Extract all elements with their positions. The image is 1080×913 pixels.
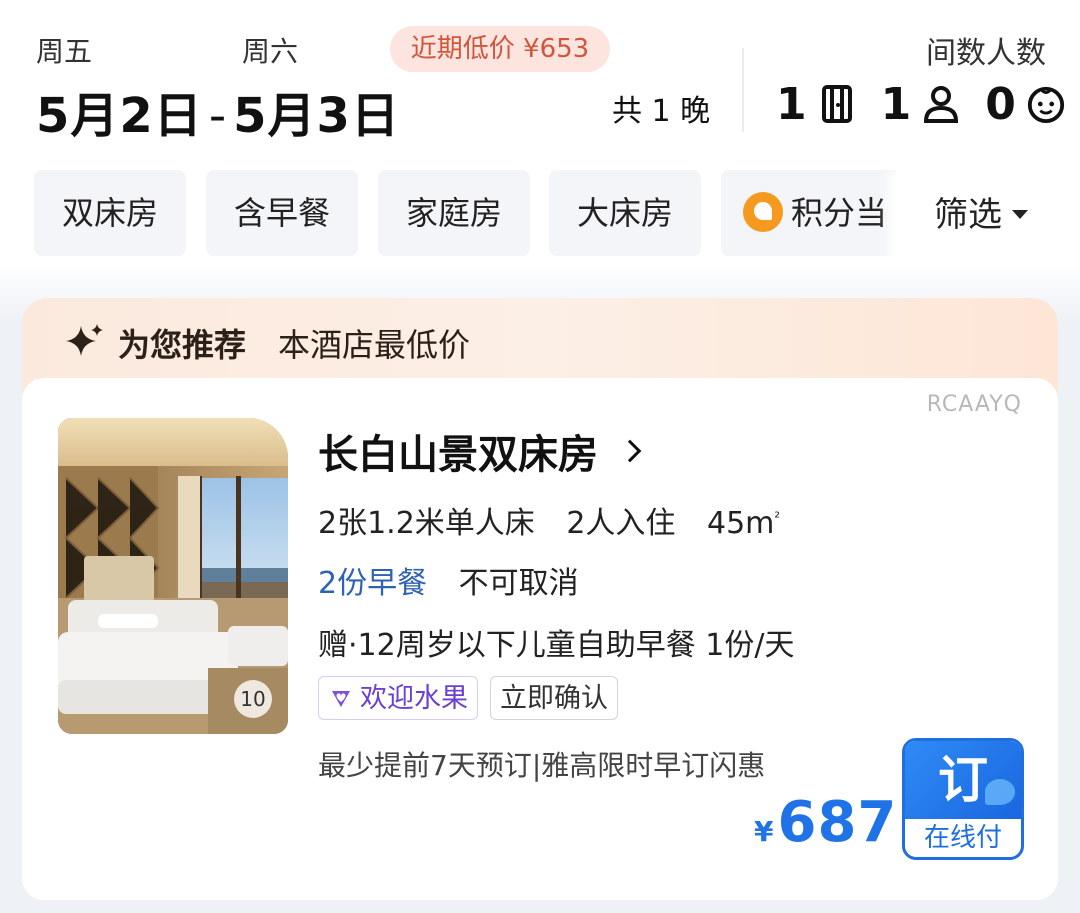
room-policies: 2份早餐 不可取消 bbox=[318, 558, 579, 602]
door-icon bbox=[817, 82, 857, 126]
room-tags: 欢迎水果 立即确认 bbox=[318, 676, 630, 720]
area-info: 45m² bbox=[707, 506, 780, 541]
date-separator: - bbox=[208, 88, 228, 144]
recent-low-price-badge[interactable]: 近期低价 ¥653 bbox=[390, 26, 610, 72]
bubble-decoration bbox=[985, 779, 1015, 805]
tag-welcome-fruit-label: 欢迎水果 bbox=[360, 682, 468, 714]
date-header: 周五 周六 近期低价 ¥653 5月2日 -5月3日 共 1 晚 间数人数 1 1… bbox=[0, 0, 1080, 160]
price-currency: ¥ bbox=[754, 815, 774, 848]
tag-welcome-fruit: 欢迎水果 bbox=[318, 676, 478, 720]
book-label: 订 bbox=[938, 751, 988, 809]
recommend-title: 为您推荐 bbox=[118, 326, 247, 364]
breakfast-info[interactable]: 2份早餐 bbox=[318, 566, 427, 601]
rooms-count: 1 bbox=[776, 78, 807, 130]
filter-bar: 双床房 含早餐 家庭房 大床房 积分当 筛选 bbox=[0, 170, 1080, 260]
pay-online-label: 在线付 bbox=[923, 823, 1002, 853]
area-value: 45m bbox=[706, 506, 775, 541]
room-specs: 2张1.2米单人床 2人入住 45m² bbox=[318, 498, 802, 542]
area-superscript: ² bbox=[774, 510, 781, 526]
guests-label: 间数人数 bbox=[926, 36, 1046, 71]
filter-button-label: 筛选 bbox=[934, 195, 1002, 235]
checkin-weekday: 周五 bbox=[36, 35, 93, 68]
room-name[interactable]: 长白山景双床房 bbox=[318, 422, 642, 480]
checkout-weekday: 周六 bbox=[242, 35, 299, 68]
filter-chip-points[interactable]: 积分当 bbox=[721, 170, 901, 256]
sparkle-icon bbox=[66, 324, 103, 356]
person-icon bbox=[921, 82, 961, 126]
child-face-icon bbox=[1026, 82, 1066, 126]
adults-count: 1 bbox=[880, 78, 912, 130]
promo-info: 最少提前7天预订|雅高限时早订闪惠 bbox=[318, 749, 766, 782]
tag-instant-confirm: 立即确认 bbox=[490, 676, 618, 720]
caret-down-icon bbox=[1012, 210, 1028, 219]
photo-count-badge: 10 bbox=[234, 680, 272, 718]
heart-diamond-icon bbox=[332, 691, 350, 707]
book-button-top: 订 bbox=[905, 741, 1021, 819]
children-count: 0 bbox=[985, 78, 1016, 130]
checkout-date: 5月3日 bbox=[233, 88, 400, 144]
filter-chip-twin[interactable]: 双床房 bbox=[34, 170, 186, 256]
recommend-subtitle: 本酒店最低价 bbox=[278, 326, 471, 364]
room-price: ¥ 687 bbox=[754, 790, 897, 855]
divider bbox=[742, 48, 744, 132]
room-name-text: 长白山景双床房 bbox=[318, 432, 598, 478]
chevron-right-icon bbox=[618, 439, 642, 463]
cancel-policy[interactable]: 不可取消 bbox=[459, 566, 579, 601]
price-amount: 687 bbox=[777, 790, 898, 855]
points-coin-icon bbox=[743, 192, 783, 232]
filter-chip-king[interactable]: 大床房 bbox=[549, 170, 701, 256]
gift-info: 赠·12周岁以下儿童自助早餐 1份/天 bbox=[318, 628, 795, 663]
room-card[interactable]: RCAAYQ 10 长白山景双床房 2张1.2米单人床 2人入住 45m² 2份… bbox=[22, 378, 1058, 900]
book-button[interactable]: 订 在线付 bbox=[902, 738, 1024, 860]
occupancy-info: 2人入住 bbox=[566, 506, 676, 541]
filter-chip-points-label: 积分当 bbox=[791, 194, 888, 232]
nights-count: 共 1 晚 bbox=[612, 94, 711, 129]
date-range[interactable]: 5月2日 -5月3日 bbox=[36, 76, 400, 146]
bed-info: 2张1.2米单人床 bbox=[318, 506, 535, 541]
checkin-date: 5月2日 bbox=[36, 88, 203, 144]
guests-selector[interactable]: 1 1 0 bbox=[776, 78, 1066, 130]
filter-chip-family[interactable]: 家庭房 bbox=[378, 170, 530, 256]
room-code: RCAAYQ bbox=[926, 392, 1022, 417]
filter-chip-breakfast[interactable]: 含早餐 bbox=[206, 170, 358, 256]
room-photo[interactable]: 10 bbox=[58, 418, 288, 734]
filter-dropdown-button[interactable]: 筛选 bbox=[896, 170, 1080, 260]
